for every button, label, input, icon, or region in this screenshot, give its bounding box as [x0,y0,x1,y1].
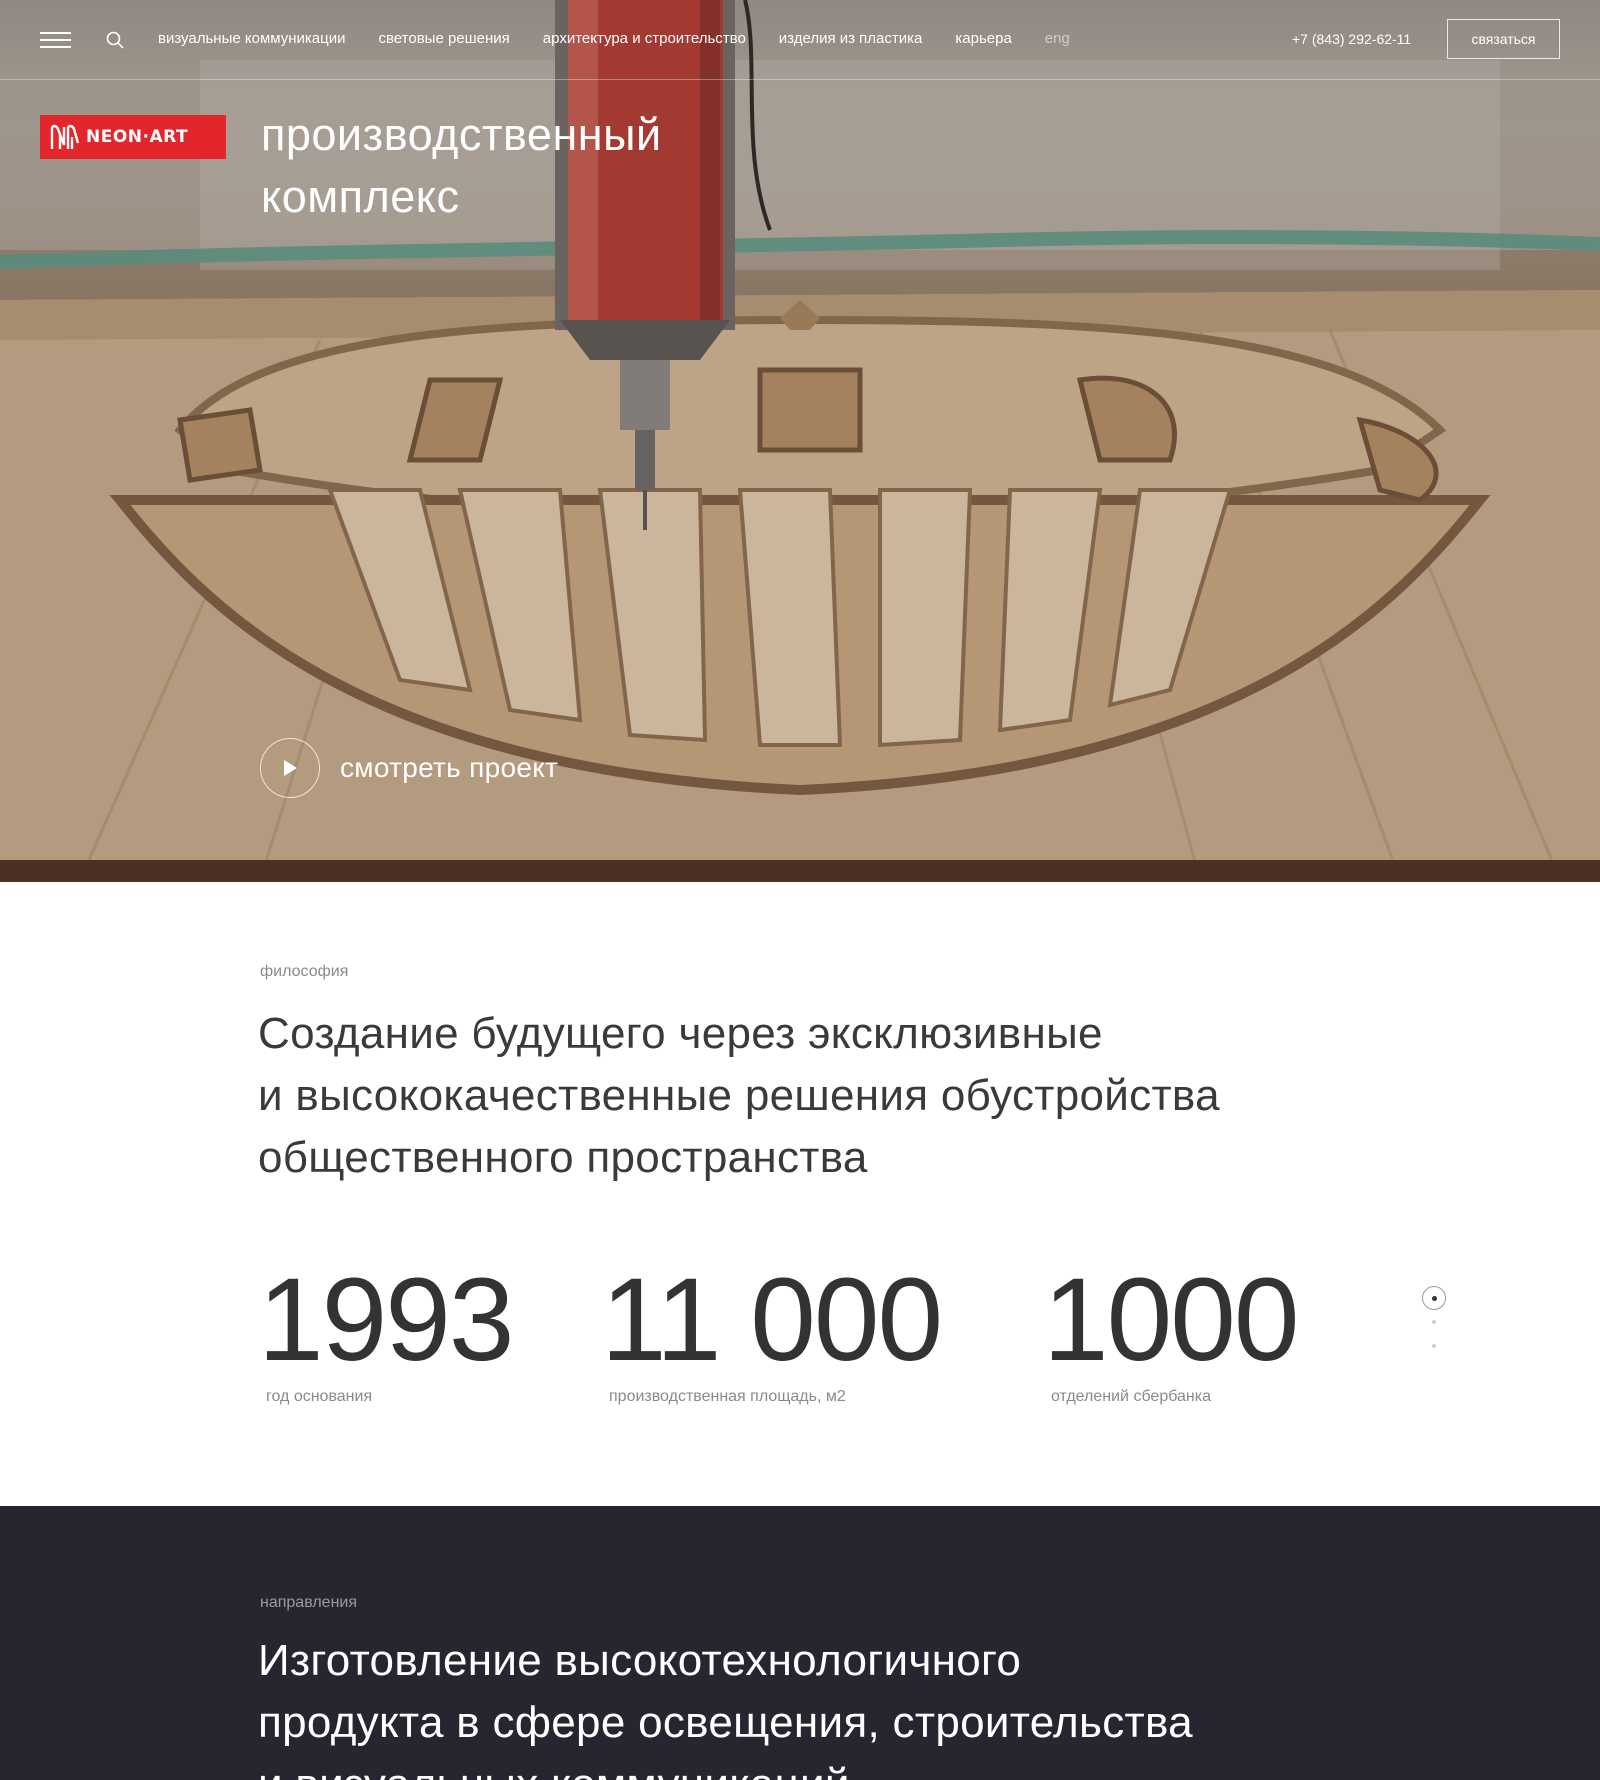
stat-branches: 1000 отделений сбербанка [1043,1254,1300,1406]
phone-number[interactable]: +7 (843) 292-62-11 [1292,31,1411,47]
directions-section: направления Изготовление высокотехнологи… [0,1506,1600,1780]
watch-project-button[interactable]: смотреть проект [260,738,558,798]
philosophy-statement: Создание будущего через эксклюзивные и в… [258,1003,1378,1189]
stat-area: 11 000 производственная площадь, м2 [601,1254,943,1406]
menu-icon[interactable] [40,32,71,48]
logo-text: NEON·ART [86,127,189,147]
stat-label: отделений сбербанка [1051,1388,1211,1405]
pagination-dot-active[interactable] [1422,1286,1446,1310]
nav-plastic-products[interactable]: изделия из пластика [779,30,923,47]
stat-value: 1993 [258,1254,515,1386]
nav-career[interactable]: карьера [955,30,1011,47]
watch-project-label: смотреть проект [340,752,559,783]
directions-line-2: продукта в сфере освещения, строительств… [258,1698,1193,1747]
directions-statement: Изготовление высокотехнологичного продук… [258,1630,1378,1780]
nav-lighting-solutions[interactable]: световые решения [379,30,510,47]
hero-background-image [0,0,1600,882]
hero-title-line-1: производственный [261,109,662,160]
directions-kicker: направления [260,1594,357,1611]
pagination-dot[interactable] [1432,1344,1436,1348]
directions-line-3: и визуальных коммуникаций [258,1760,850,1780]
philosophy-line-3: общественного пространства [258,1133,868,1182]
hero-title-line-2: комплекс [261,171,460,222]
philosophy-line-2: и высококачественные решения обустройств… [258,1071,1220,1120]
nav-architecture-construction[interactable]: архитектура и строительство [543,30,746,47]
stat-value: 11 000 [601,1254,943,1386]
stat-value: 1000 [1043,1254,1300,1386]
stats-pagination [1422,1286,1448,1356]
pagination-dot[interactable] [1432,1320,1436,1324]
hero-section: визуальные коммуникации световые решения… [0,0,1600,882]
logo-mark-icon [50,124,80,149]
language-switch[interactable]: eng [1045,30,1070,47]
philosophy-kicker: философия [260,963,349,980]
hero-title: производственный комплекс [261,104,781,228]
search-icon[interactable] [105,30,125,50]
top-navigation-bar: визуальные коммуникации световые решения… [0,0,1600,80]
main-nav: визуальные коммуникации световые решения… [158,30,1103,47]
stat-label: год основания [266,1388,373,1405]
directions-line-1: Изготовление высокотехнологичного [258,1636,1022,1685]
play-icon [284,760,297,776]
play-button[interactable] [260,738,320,798]
contact-button[interactable]: связаться [1447,19,1560,59]
logo[interactable]: NEON·ART [40,115,226,159]
stat-founded: 1993 год основания [258,1254,515,1406]
philosophy-line-1: Создание будущего через эксклюзивные [258,1009,1103,1058]
stat-label: производственная площадь, м2 [609,1388,846,1405]
nav-visual-communications[interactable]: визуальные коммуникации [158,30,346,47]
